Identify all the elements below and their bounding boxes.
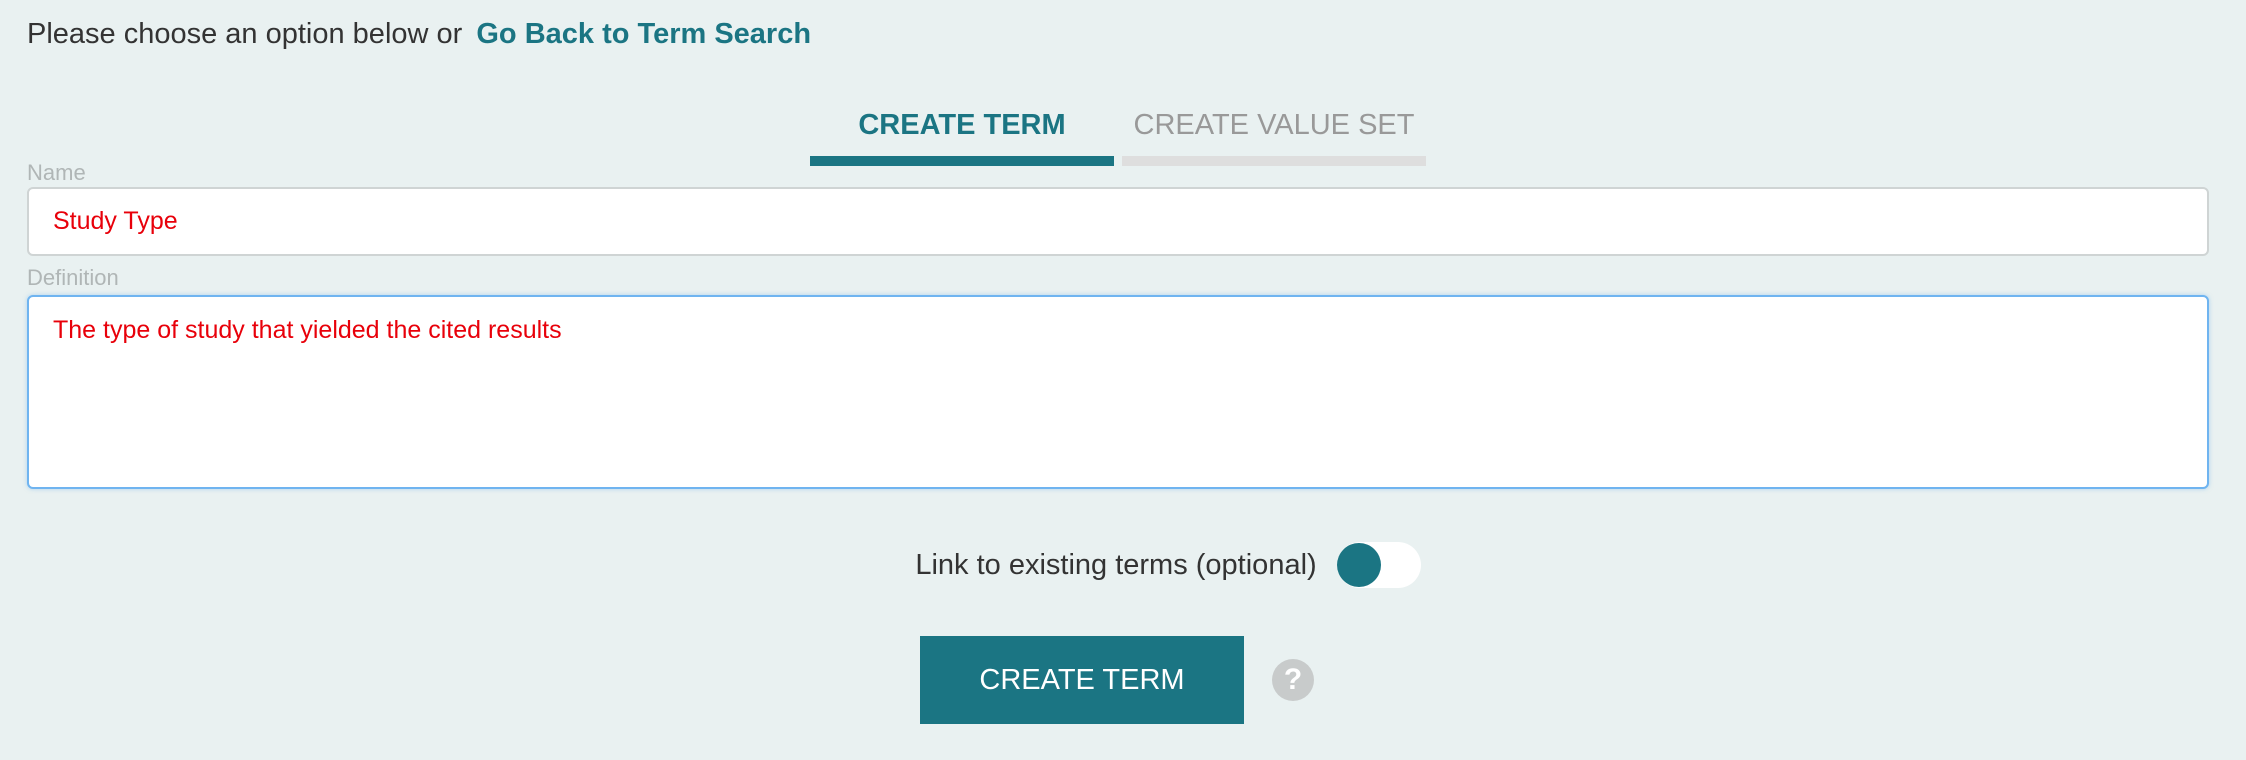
back-to-term-search-link[interactable]: Go Back to Term Search <box>476 18 811 50</box>
definition-label: Definition <box>27 265 119 290</box>
tab-create-value-set[interactable]: CREATE VALUE SET <box>1122 100 1426 166</box>
question-mark-icon[interactable]: ? <box>1272 659 1314 701</box>
header-prompt-line: Please choose an option below or Go Back… <box>27 14 811 54</box>
create-term-button[interactable]: CREATE TERM <box>920 636 1244 724</box>
name-label: Name <box>27 160 86 185</box>
toggle-knob <box>1336 543 1381 587</box>
link-existing-toggle[interactable] <box>1336 542 1421 588</box>
create-tabs: CREATE TERM CREATE VALUE SET <box>810 100 1434 166</box>
link-existing-row: Link to existing terms (optional) <box>0 537 2246 593</box>
submit-row: CREATE TERM ? <box>920 636 1314 724</box>
tab-create-term[interactable]: CREATE TERM <box>810 100 1114 166</box>
name-input[interactable] <box>27 187 2209 256</box>
header-prompt: Please choose an option below or <box>27 18 463 50</box>
link-existing-label: Link to existing terms (optional) <box>915 548 1317 581</box>
definition-textarea[interactable]: The type of study that yielded the cited… <box>27 295 2209 489</box>
